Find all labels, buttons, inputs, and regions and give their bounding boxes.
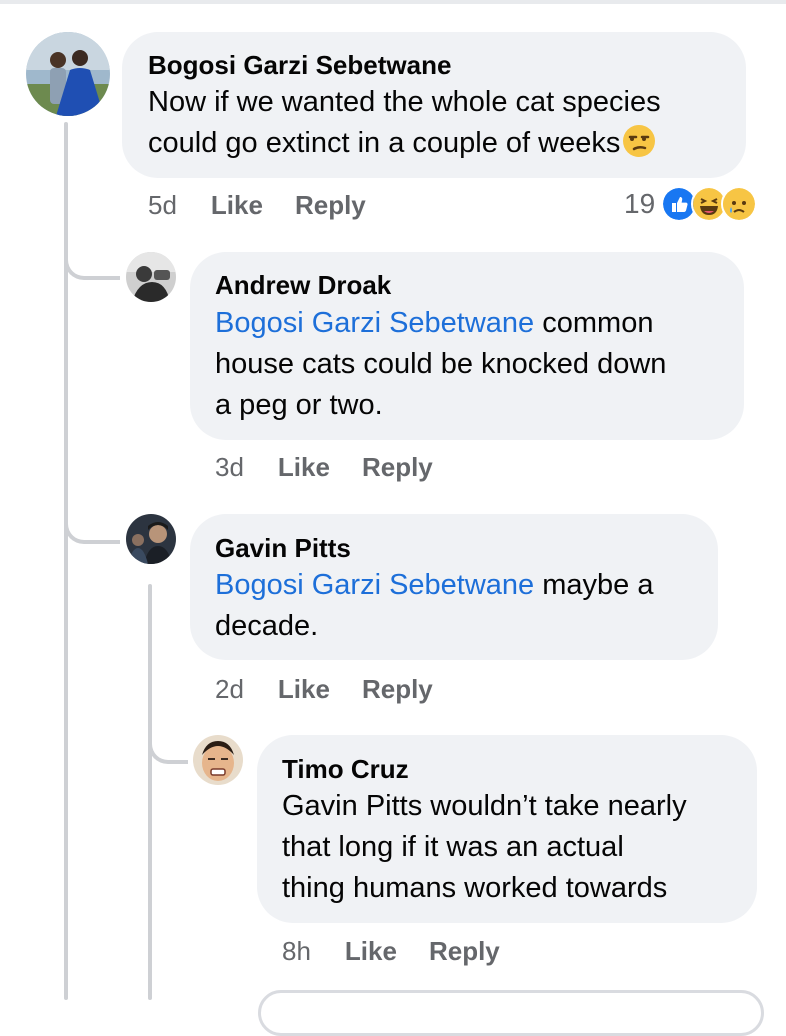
comment-text-line: decade. bbox=[215, 610, 319, 642]
reaction-summary[interactable]: 19 bbox=[624, 186, 758, 222]
comment-actions: 2d Like Reply bbox=[215, 674, 465, 705]
avatar-photo-icon bbox=[126, 514, 176, 564]
comment-author[interactable]: Bogosi Garzi Sebetwane bbox=[148, 50, 451, 81]
thread-connector-3 bbox=[148, 720, 188, 764]
comment-text-line: Bogosi Garzi Sebetwane common bbox=[215, 303, 666, 344]
top-divider bbox=[0, 0, 786, 4]
comment-text-fragment: maybe a bbox=[534, 569, 654, 601]
mention-link[interactable]: Bogosi Garzi Sebetwane bbox=[215, 307, 534, 339]
comment-author[interactable]: Andrew Droak bbox=[215, 270, 391, 301]
comment-text-line: that long if it was an actual bbox=[282, 831, 624, 863]
comment-text: Bogosi Garzi Sebetwane maybe a decade. bbox=[215, 565, 653, 647]
comment-text: Gavin Pitts wouldn’t take nearly that lo… bbox=[282, 786, 687, 909]
avatar-timo[interactable] bbox=[193, 735, 243, 785]
reply-button[interactable]: Reply bbox=[295, 190, 366, 220]
comment-text-line: thing humans worked towards bbox=[282, 872, 668, 904]
comment-text: Now if we wanted the whole cat species c… bbox=[148, 82, 661, 164]
thread-connector-1 bbox=[64, 240, 120, 280]
comment-actions: 5d Like Reply bbox=[148, 190, 398, 221]
comment-timestamp[interactable]: 2d bbox=[215, 674, 244, 704]
thread-connector-2 bbox=[64, 500, 120, 544]
comment-timestamp[interactable]: 3d bbox=[215, 452, 244, 482]
comment-text-line: Now if we wanted the whole cat species bbox=[148, 86, 661, 118]
avatar-bogosi[interactable] bbox=[26, 32, 110, 116]
like-button[interactable]: Like bbox=[278, 452, 330, 482]
comment-text-fragment: common bbox=[534, 307, 654, 339]
comment-author[interactable]: Timo Cruz bbox=[282, 754, 409, 785]
sad-reaction-icon bbox=[721, 186, 758, 222]
avatar-gavin[interactable] bbox=[126, 514, 176, 564]
comment-text: Bogosi Garzi Sebetwane common house cats… bbox=[215, 303, 666, 426]
comment-text-line-content: could go extinct in a couple of weeks bbox=[148, 127, 621, 159]
avatar-photo-icon bbox=[126, 252, 176, 302]
reply-button[interactable]: Reply bbox=[429, 936, 500, 966]
comment-text-line: Bogosi Garzi Sebetwane maybe a bbox=[215, 565, 653, 606]
mention-link[interactable]: Bogosi Garzi Sebetwane bbox=[215, 569, 534, 601]
reply-button[interactable]: Reply bbox=[362, 452, 433, 482]
comment-text-line: a peg or two. bbox=[215, 389, 383, 421]
like-button[interactable]: Like bbox=[345, 936, 397, 966]
like-button[interactable]: Like bbox=[278, 674, 330, 704]
comment-text-line: house cats could be knocked down bbox=[215, 348, 667, 380]
comment-author[interactable]: Gavin Pitts bbox=[215, 533, 351, 564]
comment-actions: 3d Like Reply bbox=[215, 452, 465, 483]
unamused-face-icon bbox=[623, 125, 656, 157]
avatar-photo-icon bbox=[193, 735, 243, 785]
avatar-andrew[interactable] bbox=[126, 252, 176, 302]
comment-timestamp[interactable]: 5d bbox=[148, 190, 177, 220]
comment-text-line: could go extinct in a couple of weeks bbox=[148, 123, 661, 164]
avatar-photo-icon bbox=[26, 32, 110, 116]
comment-actions: 8h Like Reply bbox=[282, 936, 532, 967]
reply-input-box[interactable] bbox=[258, 990, 764, 1036]
comment-text-line: Gavin Pitts wouldn’t take nearly bbox=[282, 790, 687, 822]
like-button[interactable]: Like bbox=[211, 190, 263, 220]
comment-timestamp[interactable]: 8h bbox=[282, 936, 311, 966]
reply-button[interactable]: Reply bbox=[362, 674, 433, 704]
thread-line-nested bbox=[148, 584, 152, 1000]
reaction-count: 19 bbox=[624, 188, 656, 219]
